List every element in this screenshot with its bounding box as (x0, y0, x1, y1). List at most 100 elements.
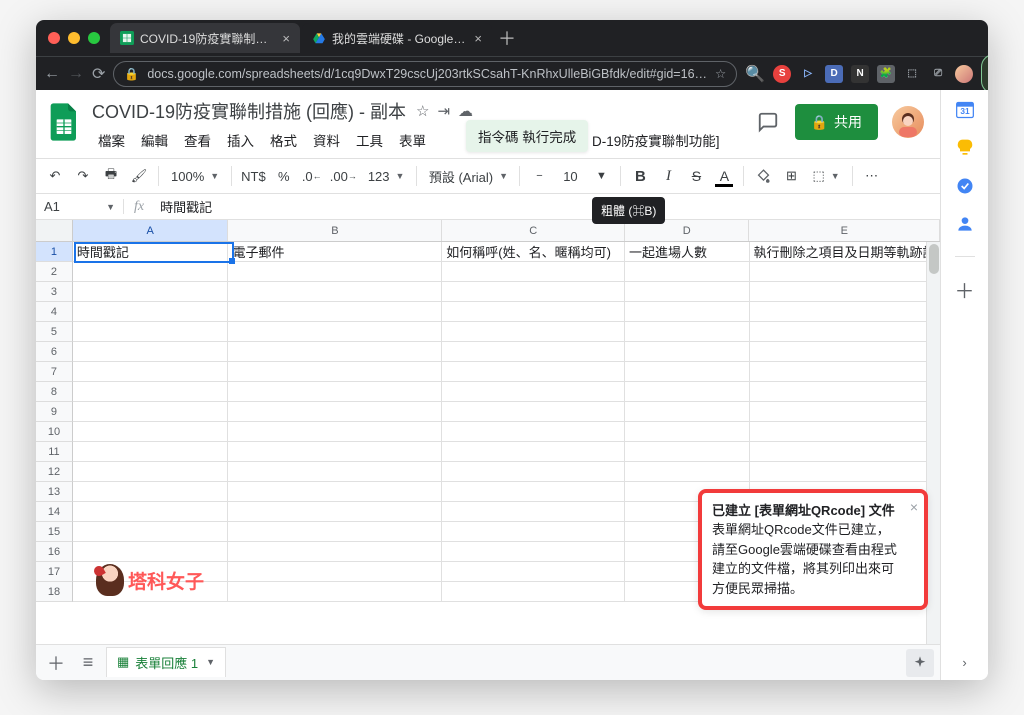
cell[interactable] (228, 422, 442, 442)
browser-tab-active[interactable]: COVID-19防疫實聯制措施 (回應 × (110, 23, 300, 53)
menu-form[interactable]: 表單 (393, 128, 432, 152)
cell[interactable] (73, 542, 229, 562)
cell[interactable] (228, 322, 442, 342)
cell[interactable] (442, 302, 625, 322)
vertical-scrollbar[interactable] (926, 242, 940, 644)
cell[interactable] (442, 542, 625, 562)
browser-update-button[interactable]: 更新 (981, 54, 988, 94)
cell[interactable] (228, 342, 442, 362)
cell[interactable] (625, 302, 750, 322)
cell[interactable] (625, 422, 750, 442)
add-sheet-button[interactable]: ＋ (42, 649, 70, 677)
cell[interactable] (442, 462, 625, 482)
extension-icon[interactable]: 🧩 (877, 65, 895, 83)
cell[interactable] (442, 402, 625, 422)
cell[interactable]: 執行刪除之項目及日期等軌跡記錄 (750, 242, 941, 262)
cell[interactable] (228, 442, 442, 462)
cell[interactable] (73, 362, 229, 382)
bold-button[interactable]: B (627, 163, 653, 189)
cell[interactable] (228, 362, 442, 382)
merge-cells-button[interactable]: ⬚▼ (806, 163, 845, 189)
cell[interactable] (73, 482, 229, 502)
add-addon-button[interactable]: ＋ (955, 279, 975, 299)
cell[interactable] (750, 322, 941, 342)
star-icon[interactable]: ☆ (416, 102, 429, 120)
redo-button[interactable]: ↷ (70, 163, 96, 189)
name-box[interactable]: A1▼ (36, 199, 124, 214)
cell[interactable] (228, 482, 442, 502)
contacts-addon-icon[interactable] (955, 214, 975, 234)
cell[interactable] (750, 302, 941, 322)
notification-close-icon[interactable]: × (910, 497, 918, 518)
formula-bar[interactable]: 時間戳記 (154, 197, 940, 216)
menu-data[interactable]: 資料 (307, 128, 346, 152)
menu-extra[interactable]: D-19防疫實聯制功能] (586, 128, 726, 152)
cell[interactable] (73, 502, 229, 522)
cell[interactable] (442, 282, 625, 302)
cell[interactable] (73, 282, 229, 302)
increase-decimal-button[interactable]: .00→ (327, 163, 360, 189)
cell[interactable]: 電子郵件 (228, 242, 442, 262)
cell[interactable] (750, 442, 941, 462)
row-header[interactable]: 14 (36, 502, 73, 522)
row-header[interactable]: 10 (36, 422, 73, 442)
back-button[interactable]: ← (44, 62, 60, 86)
row-header[interactable]: 15 (36, 522, 73, 542)
print-button[interactable]: 🖶 (98, 163, 124, 189)
cell[interactable] (750, 282, 941, 302)
star-icon[interactable]: ☆ (715, 66, 726, 81)
minimize-window-icon[interactable] (68, 32, 80, 44)
cell[interactable] (228, 302, 442, 322)
cell[interactable] (750, 362, 941, 382)
cell[interactable] (228, 522, 442, 542)
new-tab-button[interactable]: ＋ (494, 25, 520, 51)
tab-close-icon[interactable]: × (474, 31, 482, 46)
reload-button[interactable]: ⟳ (92, 62, 105, 86)
cell[interactable] (228, 462, 442, 482)
cell[interactable] (442, 582, 625, 602)
cell[interactable] (442, 322, 625, 342)
font-size-input[interactable]: 10 (554, 163, 586, 189)
text-color-button[interactable]: A (711, 163, 737, 189)
row-header[interactable]: 3 (36, 282, 73, 302)
row-header[interactable]: 12 (36, 462, 73, 482)
cell[interactable]: 一起進場人數 (625, 242, 750, 262)
cell[interactable]: 如何稱呼(姓、名、暱稱均可) (442, 242, 625, 262)
font-size-decrease[interactable]: − (526, 163, 552, 189)
move-icon[interactable]: ⇥ (437, 102, 450, 120)
row-header[interactable]: 2 (36, 262, 73, 282)
cell[interactable] (625, 462, 750, 482)
collapse-side-panel-button[interactable]: › (962, 655, 966, 670)
cell[interactable] (228, 382, 442, 402)
select-all-corner[interactable] (36, 220, 73, 241)
cell[interactable] (228, 562, 442, 582)
cast-icon[interactable]: ⎚ (929, 65, 947, 83)
comments-button[interactable] (755, 109, 781, 135)
cell[interactable] (73, 402, 229, 422)
address-bar[interactable]: 🔒 docs.google.com/spreadsheets/d/1cq9Dwx… (113, 61, 737, 87)
extension-icon[interactable]: D (825, 65, 843, 83)
cell[interactable] (228, 582, 442, 602)
cell[interactable] (73, 322, 229, 342)
italic-button[interactable]: I (655, 163, 681, 189)
cell[interactable] (73, 342, 229, 362)
column-header[interactable]: A (73, 220, 229, 241)
cell[interactable] (750, 342, 941, 362)
cell[interactable] (73, 422, 229, 442)
cell[interactable]: 時間戳記 (73, 242, 229, 262)
cell[interactable] (750, 402, 941, 422)
row-header[interactable]: 16 (36, 542, 73, 562)
menu-format[interactable]: 格式 (264, 128, 303, 152)
cell[interactable] (625, 362, 750, 382)
explore-button[interactable] (906, 649, 934, 677)
cell[interactable] (625, 282, 750, 302)
paint-format-button[interactable]: 🖌 (126, 163, 152, 189)
strikethrough-button[interactable]: S (683, 163, 709, 189)
more-formats-button[interactable]: 123▼ (362, 163, 411, 189)
menu-file[interactable]: 檔案 (92, 128, 131, 152)
cell[interactable] (442, 482, 625, 502)
extension-icon[interactable]: S (773, 65, 791, 83)
cell[interactable] (625, 262, 750, 282)
maximize-window-icon[interactable] (88, 32, 100, 44)
extension-icon[interactable]: N (851, 65, 869, 83)
